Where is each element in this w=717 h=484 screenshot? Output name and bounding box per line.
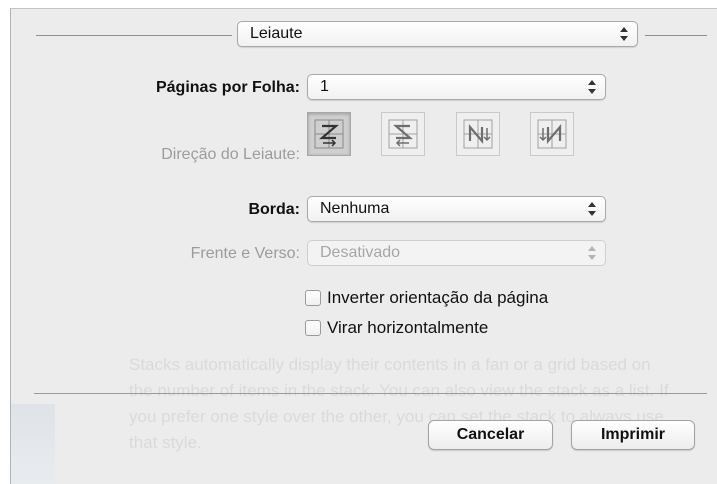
print-button[interactable]: Imprimir — [571, 420, 695, 450]
invert-orientation-checkbox[interactable] — [305, 290, 321, 306]
popup-stepper-icon — [588, 201, 596, 217]
z-right-down-icon — [314, 119, 344, 149]
two-sided-label: Frente e Verso: — [190, 245, 300, 262]
popup-stepper-icon — [620, 26, 628, 42]
z-left-down-icon — [388, 119, 418, 149]
separator-right — [645, 35, 707, 36]
layout-direction-n-left-button[interactable] — [530, 112, 574, 156]
border-label: Borda: — [248, 201, 300, 218]
two-sided-popup[interactable]: Desativado — [307, 240, 606, 266]
background-sidebar — [11, 404, 55, 484]
pages-per-sheet-popup[interactable]: 1 — [307, 74, 606, 100]
layout-direction-z-right-button[interactable] — [307, 112, 351, 156]
flip-horizontal-label[interactable]: Virar horizontalmente — [327, 318, 488, 338]
two-sided-value: Desativado — [320, 244, 401, 261]
invert-orientation-label[interactable]: Inverter orientação da página — [327, 288, 548, 308]
separator-left — [36, 35, 232, 36]
pages-per-sheet-value: 1 — [320, 78, 329, 95]
border-popup[interactable]: Nenhuma — [307, 196, 606, 222]
section-popup-value: Leiaute — [250, 25, 303, 42]
cancel-button[interactable]: Cancelar — [428, 420, 553, 450]
n-down-right-icon — [463, 119, 493, 149]
flip-horizontal-checkbox[interactable] — [305, 320, 321, 336]
layout-direction-n-right-button[interactable] — [456, 112, 500, 156]
popup-stepper-icon — [588, 245, 596, 261]
layout-direction-z-left-button[interactable] — [381, 112, 425, 156]
pages-per-sheet-label: Páginas por Folha: — [155, 79, 300, 96]
section-popup[interactable]: Leiaute — [237, 21, 638, 47]
popup-stepper-icon — [588, 79, 596, 95]
layout-direction-label: Direção do Leiaute: — [161, 146, 300, 163]
border-value: Nenhuma — [320, 200, 390, 217]
n-down-left-icon — [537, 119, 567, 149]
footer-separator — [34, 393, 707, 394]
